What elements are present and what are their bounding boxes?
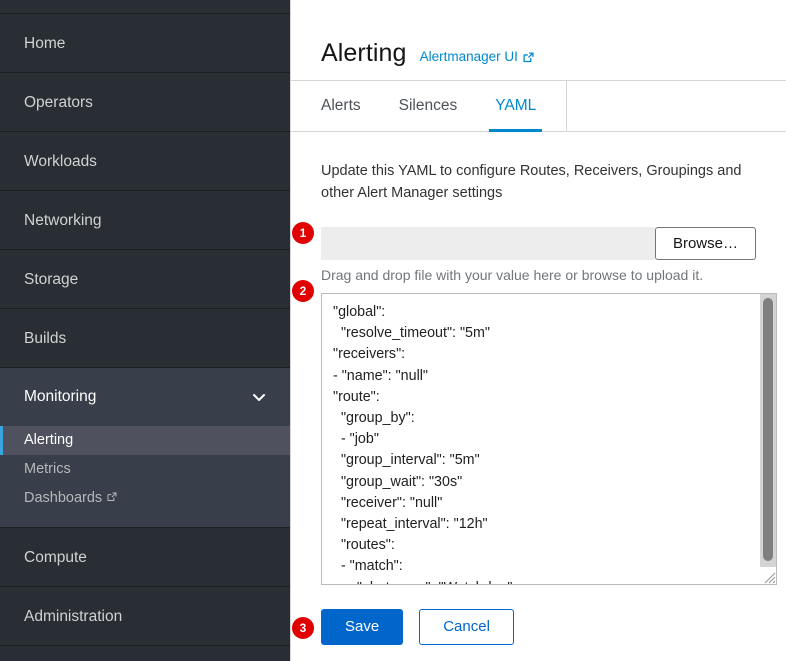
browse-button[interactable]: Browse… (654, 226, 756, 260)
sidebar-item-label: Builds (24, 330, 67, 347)
sidebar-item-label: Workloads (24, 153, 97, 170)
yaml-editor-wrapper: "global": "resolve_timeout": "5m" "recei… (321, 292, 777, 585)
tab-yaml[interactable]: YAML (476, 81, 555, 132)
sidebar-item-label: Compute (24, 549, 87, 566)
sidebar-item-label: Operators (24, 94, 93, 111)
yaml-editor[interactable]: "global": "resolve_timeout": "5m" "recei… (321, 292, 777, 585)
sidebar-item-networking[interactable]: Networking (0, 191, 290, 250)
sidebar-item-compute[interactable]: Compute (0, 528, 290, 587)
save-button[interactable]: Save (321, 608, 404, 645)
sidebar: Home Operators Workloads Networking Stor… (0, 0, 290, 661)
sidebar-section-monitoring: Monitoring Alerting Metrics Dashboards (0, 368, 290, 528)
tab-label: Silences (398, 97, 458, 114)
app-root: Home Operators Workloads Networking Stor… (0, 0, 786, 661)
page-header: Alerting Alertmanager UI (291, 0, 786, 80)
scrollbar-thumb[interactable] (763, 297, 773, 561)
sidebar-item-label: Home (24, 35, 66, 52)
sidebar-section-label: Monitoring (24, 388, 97, 405)
sidebar-item-workloads[interactable]: Workloads (0, 132, 290, 191)
tab-label: YAML (495, 97, 537, 114)
yaml-form: Update this YAML to configure Routes, Re… (291, 132, 786, 645)
tab-divider (566, 81, 568, 131)
form-actions: Save Cancel (321, 608, 756, 645)
sidebar-item-dashboards[interactable]: Dashboards (0, 484, 290, 513)
sidebar-item-label: Storage (24, 271, 79, 288)
vertical-scrollbar[interactable] (760, 293, 776, 567)
file-path-input[interactable] (321, 226, 655, 260)
external-link-icon (107, 492, 117, 502)
annotation-badge-1: 1 (292, 222, 314, 244)
sidebar-item-label: Administration (24, 608, 123, 625)
sidebar-item-administration[interactable]: Administration (0, 587, 290, 646)
alertmanager-ui-link-label: Alertmanager UI (419, 48, 518, 64)
main-content: Alerting Alertmanager UI Alerts Silences… (290, 0, 786, 661)
sidebar-subitem-label: Dashboards (24, 490, 103, 506)
external-link-icon (523, 52, 534, 62)
tab-bar: Alerts Silences YAML (291, 80, 786, 132)
sidebar-item-builds[interactable]: Builds (0, 309, 290, 368)
sidebar-subitem-label: Metrics (24, 461, 71, 477)
cancel-button[interactable]: Cancel (419, 608, 514, 645)
resize-grip-icon[interactable] (760, 568, 776, 584)
sidebar-subitem-list: Alerting Metrics Dashboards (0, 426, 290, 527)
chevron-down-icon (252, 390, 266, 404)
sidebar-item-alerting[interactable]: Alerting (0, 426, 290, 455)
sidebar-item-partial-bottom[interactable] (0, 646, 290, 661)
tab-alerts[interactable]: Alerts (302, 81, 380, 131)
sidebar-section-monitoring-toggle[interactable]: Monitoring (0, 368, 290, 426)
page-title: Alerting (321, 38, 407, 67)
sidebar-subitem-label: Alerting (24, 432, 74, 448)
sidebar-item-metrics[interactable]: Metrics (0, 455, 290, 484)
sidebar-item-operators[interactable]: Operators (0, 73, 290, 132)
file-upload-helper-text: Drag and drop file with your value here … (321, 266, 704, 283)
sidebar-item-partial-top[interactable] (0, 0, 290, 14)
annotation-badge-3: 3 (292, 617, 314, 639)
sidebar-item-storage[interactable]: Storage (0, 250, 290, 309)
sidebar-item-label: Networking (24, 212, 102, 229)
sidebar-item-home[interactable]: Home (0, 14, 290, 73)
alertmanager-ui-link[interactable]: Alertmanager UI (419, 48, 534, 64)
tab-label: Alerts (321, 97, 361, 114)
tab-silences[interactable]: Silences (380, 81, 477, 131)
file-upload-row: Browse… (321, 226, 756, 260)
annotation-badge-2: 2 (292, 280, 314, 302)
form-description: Update this YAML to configure Routes, Re… (321, 163, 742, 202)
